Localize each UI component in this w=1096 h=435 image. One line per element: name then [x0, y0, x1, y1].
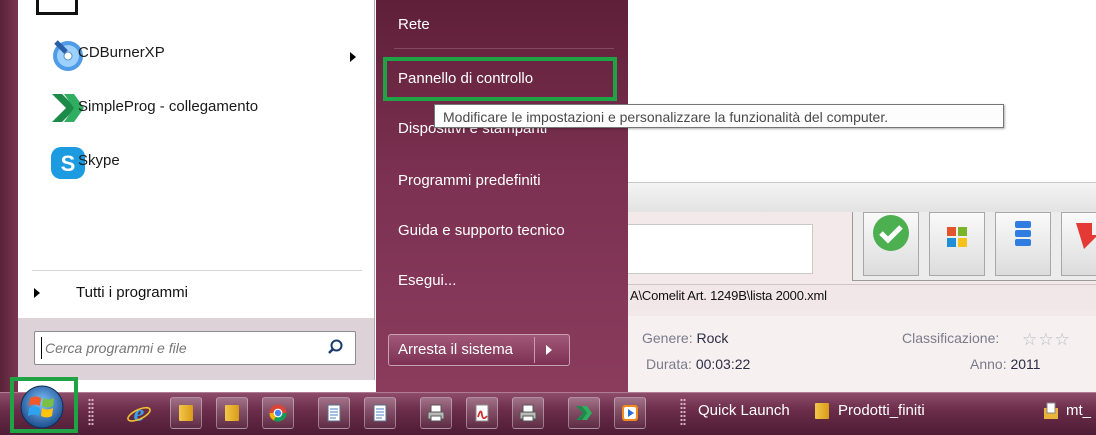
start-orb-highlight: [10, 377, 78, 433]
taskbar-pdf-button[interactable]: [466, 397, 498, 429]
program-item-cdburnerxp[interactable]: CDBurnerXP: [30, 32, 370, 80]
taskbar-printer-button-2[interactable]: [512, 397, 544, 429]
shutdown-button[interactable]: Arresta il sistema: [388, 334, 570, 366]
genre-label: Genere:: [642, 330, 693, 346]
taskbar-item-truncated[interactable]: mt_: [1066, 402, 1091, 419]
taskbar-notepad-button-2[interactable]: [364, 397, 396, 429]
internet-explorer-icon: e: [127, 401, 151, 425]
search-icon[interactable]: [327, 339, 343, 355]
taskbar-folder-prodotti-finiti[interactable]: Prodotti_finiti: [838, 402, 925, 419]
divider: [394, 48, 614, 49]
svg-text:S: S: [61, 151, 76, 176]
taskbar-grip[interactable]: [88, 398, 94, 426]
genre-value: Rock: [696, 330, 729, 346]
folder-icon: [179, 405, 193, 421]
taskbar-folder-button-1[interactable]: [170, 397, 202, 429]
shutdown-options-arrow-icon[interactable]: [546, 345, 552, 355]
divider: [534, 337, 535, 363]
rating-label: Classificazione:: [902, 330, 1000, 346]
taskbar: [0, 392, 1096, 435]
link-network[interactable]: Rete: [398, 16, 430, 33]
windows-tool-button[interactable]: [929, 212, 985, 276]
check-icon: [873, 215, 909, 251]
divider: [32, 270, 362, 271]
taskbar-ie-button[interactable]: e: [124, 397, 156, 429]
control-panel-highlight: [383, 57, 617, 101]
background-toolbar-strip: [620, 182, 1096, 214]
red-arrow-icon: [1076, 223, 1096, 249]
all-programs-button[interactable]: Tutti i programmi: [30, 278, 366, 308]
year-label: Anno:: [970, 356, 1007, 372]
rating-stars[interactable]: ☆☆☆: [1022, 330, 1071, 350]
printer-icon: [427, 404, 445, 422]
track-metadata: [620, 316, 1096, 392]
control-panel-tooltip: Modificare le impostazioni e personalizz…: [434, 104, 1004, 128]
database-tool-button[interactable]: [995, 212, 1051, 276]
folder-icon: [815, 403, 829, 419]
program-label: CDBurnerXP: [78, 44, 165, 61]
program-label: SimpleProg - collegamento: [78, 98, 259, 115]
file-path: A\Comelit Art. 1249B\lista 2000.xml: [630, 288, 827, 303]
taskbar-media-button[interactable]: [614, 397, 646, 429]
simpleprog-icon: [576, 406, 592, 420]
red-tool-button[interactable]: [1061, 212, 1096, 276]
year-row: Anno: 2011: [970, 356, 1041, 372]
svg-text:e: e: [134, 401, 145, 425]
pdf-icon: [475, 404, 489, 422]
duration-value: 00:03:22: [695, 356, 751, 372]
taskbar-notepad-button-1[interactable]: [318, 397, 350, 429]
taskbar-printer-button-1[interactable]: [420, 397, 452, 429]
document-folder-icon: [1044, 402, 1058, 419]
quick-launch-label[interactable]: Quick Launch: [698, 402, 790, 419]
link-run[interactable]: Esegui...: [398, 272, 456, 289]
program-label: Skype: [78, 152, 120, 169]
partial-program-icon: [36, 0, 78, 15]
taskbar-grip[interactable]: [680, 398, 686, 426]
notepad-icon: [373, 404, 387, 422]
taskbar-chrome-button[interactable]: [262, 397, 294, 429]
media-player-icon: [622, 405, 638, 421]
chrome-icon: [269, 404, 287, 422]
database-icon: [1015, 221, 1031, 246]
start-menu-frame: [0, 0, 18, 392]
program-item-skype[interactable]: S Skype: [30, 140, 370, 188]
taskbar-folder-button-2[interactable]: [216, 397, 248, 429]
notepad-icon: [327, 404, 341, 422]
all-programs-label: Tutti i programmi: [76, 284, 188, 301]
program-item-simpleprog[interactable]: SimpleProg - collegamento: [30, 86, 370, 134]
search-input[interactable]: [41, 337, 327, 359]
check-tool-button[interactable]: [863, 212, 919, 276]
folder-icon: [225, 405, 239, 421]
expand-arrow-icon: [34, 288, 40, 298]
printer-icon: [519, 404, 537, 422]
submenu-arrow-icon: [350, 52, 356, 62]
duration-label: Durata:: [646, 356, 692, 372]
search-box[interactable]: [34, 331, 356, 365]
background-text-area: [620, 224, 813, 274]
shutdown-label: Arresta il sistema: [398, 341, 514, 358]
link-default-programs[interactable]: Programmi predefiniti: [398, 172, 541, 189]
genre-row: Genere: Rock: [642, 330, 728, 346]
windows-flag-icon: [947, 227, 967, 247]
year-value: 2011: [1010, 356, 1041, 372]
link-help-support[interactable]: Guida e supporto tecnico: [398, 222, 565, 239]
duration-row: Durata: 00:03:22: [646, 356, 750, 372]
background-tool-buttons: [852, 212, 1096, 281]
taskbar-simpleprog-button[interactable]: [568, 397, 600, 429]
